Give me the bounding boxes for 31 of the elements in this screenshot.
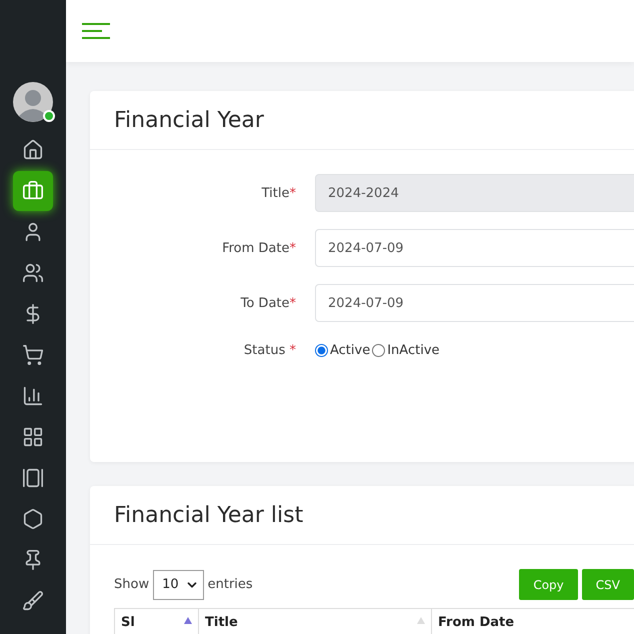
- avatar[interactable]: [13, 82, 53, 122]
- radio-label: InActive: [387, 343, 440, 358]
- column-header[interactable]: From Date: [431, 609, 634, 634]
- input-field[interactable]: 2024-07-09: [315, 229, 634, 267]
- cart-icon: [22, 344, 44, 366]
- card-title: Financial Year: [114, 108, 264, 132]
- field-label: Status *: [242, 343, 296, 358]
- card-title: Financial Year list: [114, 502, 304, 528]
- menu-icon[interactable]: [82, 23, 110, 39]
- input-field[interactable]: 2024-07-09: [315, 284, 634, 322]
- field-label: From Date*: [221, 240, 296, 256]
- column-header[interactable]: Title: [198, 609, 431, 634]
- sidebar-item[interactable]: [13, 171, 53, 211]
- radio-button[interactable]: [372, 344, 386, 357]
- users-icon: [22, 262, 44, 284]
- briefcase-icon: [22, 180, 44, 202]
- bar-chart-icon: [22, 385, 44, 407]
- radio-label: Active: [330, 343, 370, 358]
- hexagon-icon: [22, 508, 44, 530]
- entries-label: entries: [208, 577, 253, 592]
- slides-icon: [22, 467, 44, 489]
- show-label: Show: [114, 577, 150, 592]
- brush-icon: [22, 590, 44, 612]
- grid-icon: [22, 426, 44, 448]
- column-header[interactable]: Sl: [114, 609, 198, 634]
- page-size-select[interactable]: 10: [153, 570, 204, 600]
- online-status-dot: [43, 110, 55, 122]
- field-label: Title*: [260, 186, 296, 200]
- home-icon: [22, 139, 44, 161]
- radio-button[interactable]: [315, 344, 328, 357]
- field-label: To Date*: [240, 296, 296, 310]
